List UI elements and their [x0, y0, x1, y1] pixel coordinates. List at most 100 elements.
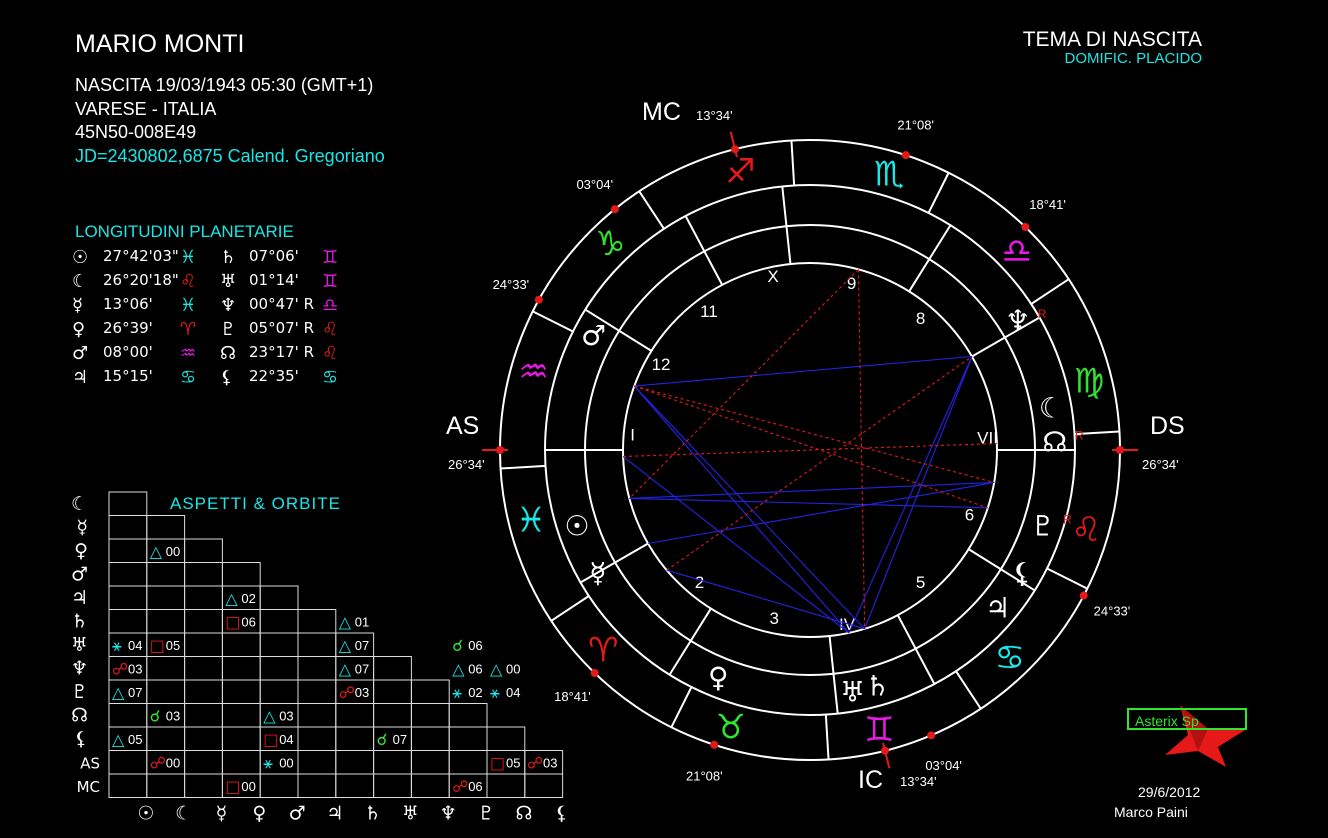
aspect-symbol-icon: △: [263, 706, 276, 725]
chart-title: TEMA DI NASCITA: [1022, 28, 1202, 51]
aspect-col-label: ☿: [216, 803, 228, 825]
cusp-dot: [710, 740, 719, 749]
aspect-symbol-icon: △: [339, 636, 352, 655]
aspect-row-label: ♂: [71, 563, 88, 585]
angle-label-ic: IC: [858, 766, 883, 794]
house-cusp: [668, 608, 712, 676]
retrograde-mark: R: [1038, 307, 1047, 321]
aspect-cell: [373, 773, 412, 798]
planet-wheel-icon: ♆: [1005, 304, 1030, 337]
sign-glyph-icon: ♊: [322, 247, 339, 268]
aspect-orb: 07: [355, 661, 369, 676]
aspect-cell: [108, 609, 148, 634]
chart-subtitle: DOMIFIC. PLACIDO: [1064, 50, 1202, 67]
aspect-line: [634, 385, 995, 484]
sign-glyph-icon: ♎: [322, 295, 339, 316]
julian-date: JD=2430802,6875 Calend. Gregoriano: [75, 146, 385, 166]
aspect-orb: 02: [241, 591, 255, 606]
sign-divider: [955, 670, 982, 710]
aspect-symbol-icon: △: [339, 612, 352, 631]
aspect-row-label: AS: [80, 754, 100, 772]
planet-glyph-icon: ⚸: [220, 367, 234, 388]
natal-chart-wheel: ♐ ♏♎♍♌♋♊♉♈♓♒♑X 98VII65IV32I121121°08'18°41…: [446, 98, 1185, 794]
sign-divider: [824, 714, 830, 760]
aspect-col-label: ♀: [252, 803, 266, 825]
aspect-cell: [108, 562, 148, 587]
sign-divider: [927, 172, 950, 214]
birth-info: NASCITA 19/03/1943 05:30 (GMT+1): [75, 75, 374, 95]
aspect-symbol-icon: △: [150, 542, 163, 561]
cusp-dot: [901, 151, 910, 160]
aspect-cell: [184, 726, 223, 751]
aspect-cell: [373, 750, 412, 775]
person-name: MARIO MONTI: [75, 30, 245, 58]
aspect-cell: [221, 562, 261, 587]
angle-dot: [731, 145, 740, 154]
planet-wheel-icon: ♅: [840, 675, 865, 708]
aspect-cell: [108, 773, 148, 798]
zodiac-sign-icon: ♒: [518, 352, 548, 392]
aspect-col-label: ♂: [289, 803, 306, 825]
house-number: 11: [700, 302, 718, 321]
sign-divider: [790, 140, 796, 186]
aspect-cell: [297, 656, 337, 681]
cusp-dot: [610, 205, 619, 214]
aspect-symbol-icon: △: [339, 659, 352, 678]
aspect-orb: 00: [279, 755, 293, 770]
cusp-dot: [590, 668, 599, 677]
zodiac-sign-icon: ♈: [588, 631, 618, 671]
sign-glyph-icon: ♒: [180, 343, 197, 364]
sign-glyph-icon: ♈: [180, 319, 197, 340]
aspect-orb: 03: [166, 708, 180, 723]
aspect-cell: [221, 703, 261, 728]
angle-degree-ic: 13°34': [900, 774, 937, 789]
aspect-cell: [146, 609, 186, 634]
planet-glyph-icon: ☉: [72, 247, 89, 268]
sign-divider: [532, 310, 574, 333]
zodiac-sign-icon: ♋: [994, 638, 1024, 678]
footer-author: Marco Paini: [1114, 804, 1188, 820]
planet-glyph-icon: ♆: [220, 295, 237, 316]
aspect-cell: [297, 679, 337, 704]
aspect-cell: [146, 515, 186, 540]
aspect-row-label: ♆: [71, 657, 88, 679]
zodiac-sign-icon: ♉: [716, 707, 746, 747]
planet-glyph-icon: ☊: [220, 343, 236, 364]
aspect-cell: [221, 726, 261, 751]
aspect-symbol-icon: ☍: [112, 659, 128, 678]
cusp-dot: [927, 731, 936, 740]
planet-wheel-icon: ♂: [581, 319, 606, 352]
planet-degree: 00°47' R: [249, 295, 314, 313]
aspect-col-label: ♃: [326, 803, 343, 825]
aspect-orb: 07: [393, 732, 407, 747]
aspect-symbol-icon: △: [112, 683, 125, 702]
aspect-cell: [335, 726, 375, 751]
aspect-row-label: ☊: [71, 704, 88, 726]
house-cusp: [684, 215, 724, 286]
planet-degree: 15°15': [103, 367, 153, 385]
zodiac-sign-icon: ♏: [874, 155, 904, 195]
aspect-cell: [146, 773, 186, 798]
aspect-row-label: MC: [77, 778, 100, 796]
aspect-cell: [221, 656, 261, 681]
aspect-cell: [221, 750, 261, 775]
planet-wheel-icon: ☾: [1039, 391, 1064, 424]
aspect-cell: [184, 538, 223, 563]
planet-degree: 07°06': [249, 247, 299, 265]
planet-glyph-icon: ♅: [220, 271, 237, 292]
planet-wheel-icon: ☉: [564, 510, 589, 543]
planet-degree: 26°39': [103, 319, 153, 337]
house-number: 12: [652, 355, 671, 374]
aspect-orb: 07: [355, 638, 369, 653]
aspect-symbol-icon: □: [225, 777, 240, 796]
aspect-cell: [184, 703, 223, 728]
cusp-dot: [1079, 591, 1088, 600]
retrograde-mark: R: [1063, 513, 1072, 527]
sign-glyph-icon: ♊: [322, 271, 339, 292]
planet-glyph-icon: ♄: [220, 247, 237, 268]
aspect-cell: [335, 773, 375, 798]
aspect-cell: [108, 585, 148, 610]
angle-degree-as: 26°34': [448, 457, 485, 472]
house-number: 9: [847, 274, 856, 293]
planet-glyph-icon: ♃: [72, 367, 89, 388]
